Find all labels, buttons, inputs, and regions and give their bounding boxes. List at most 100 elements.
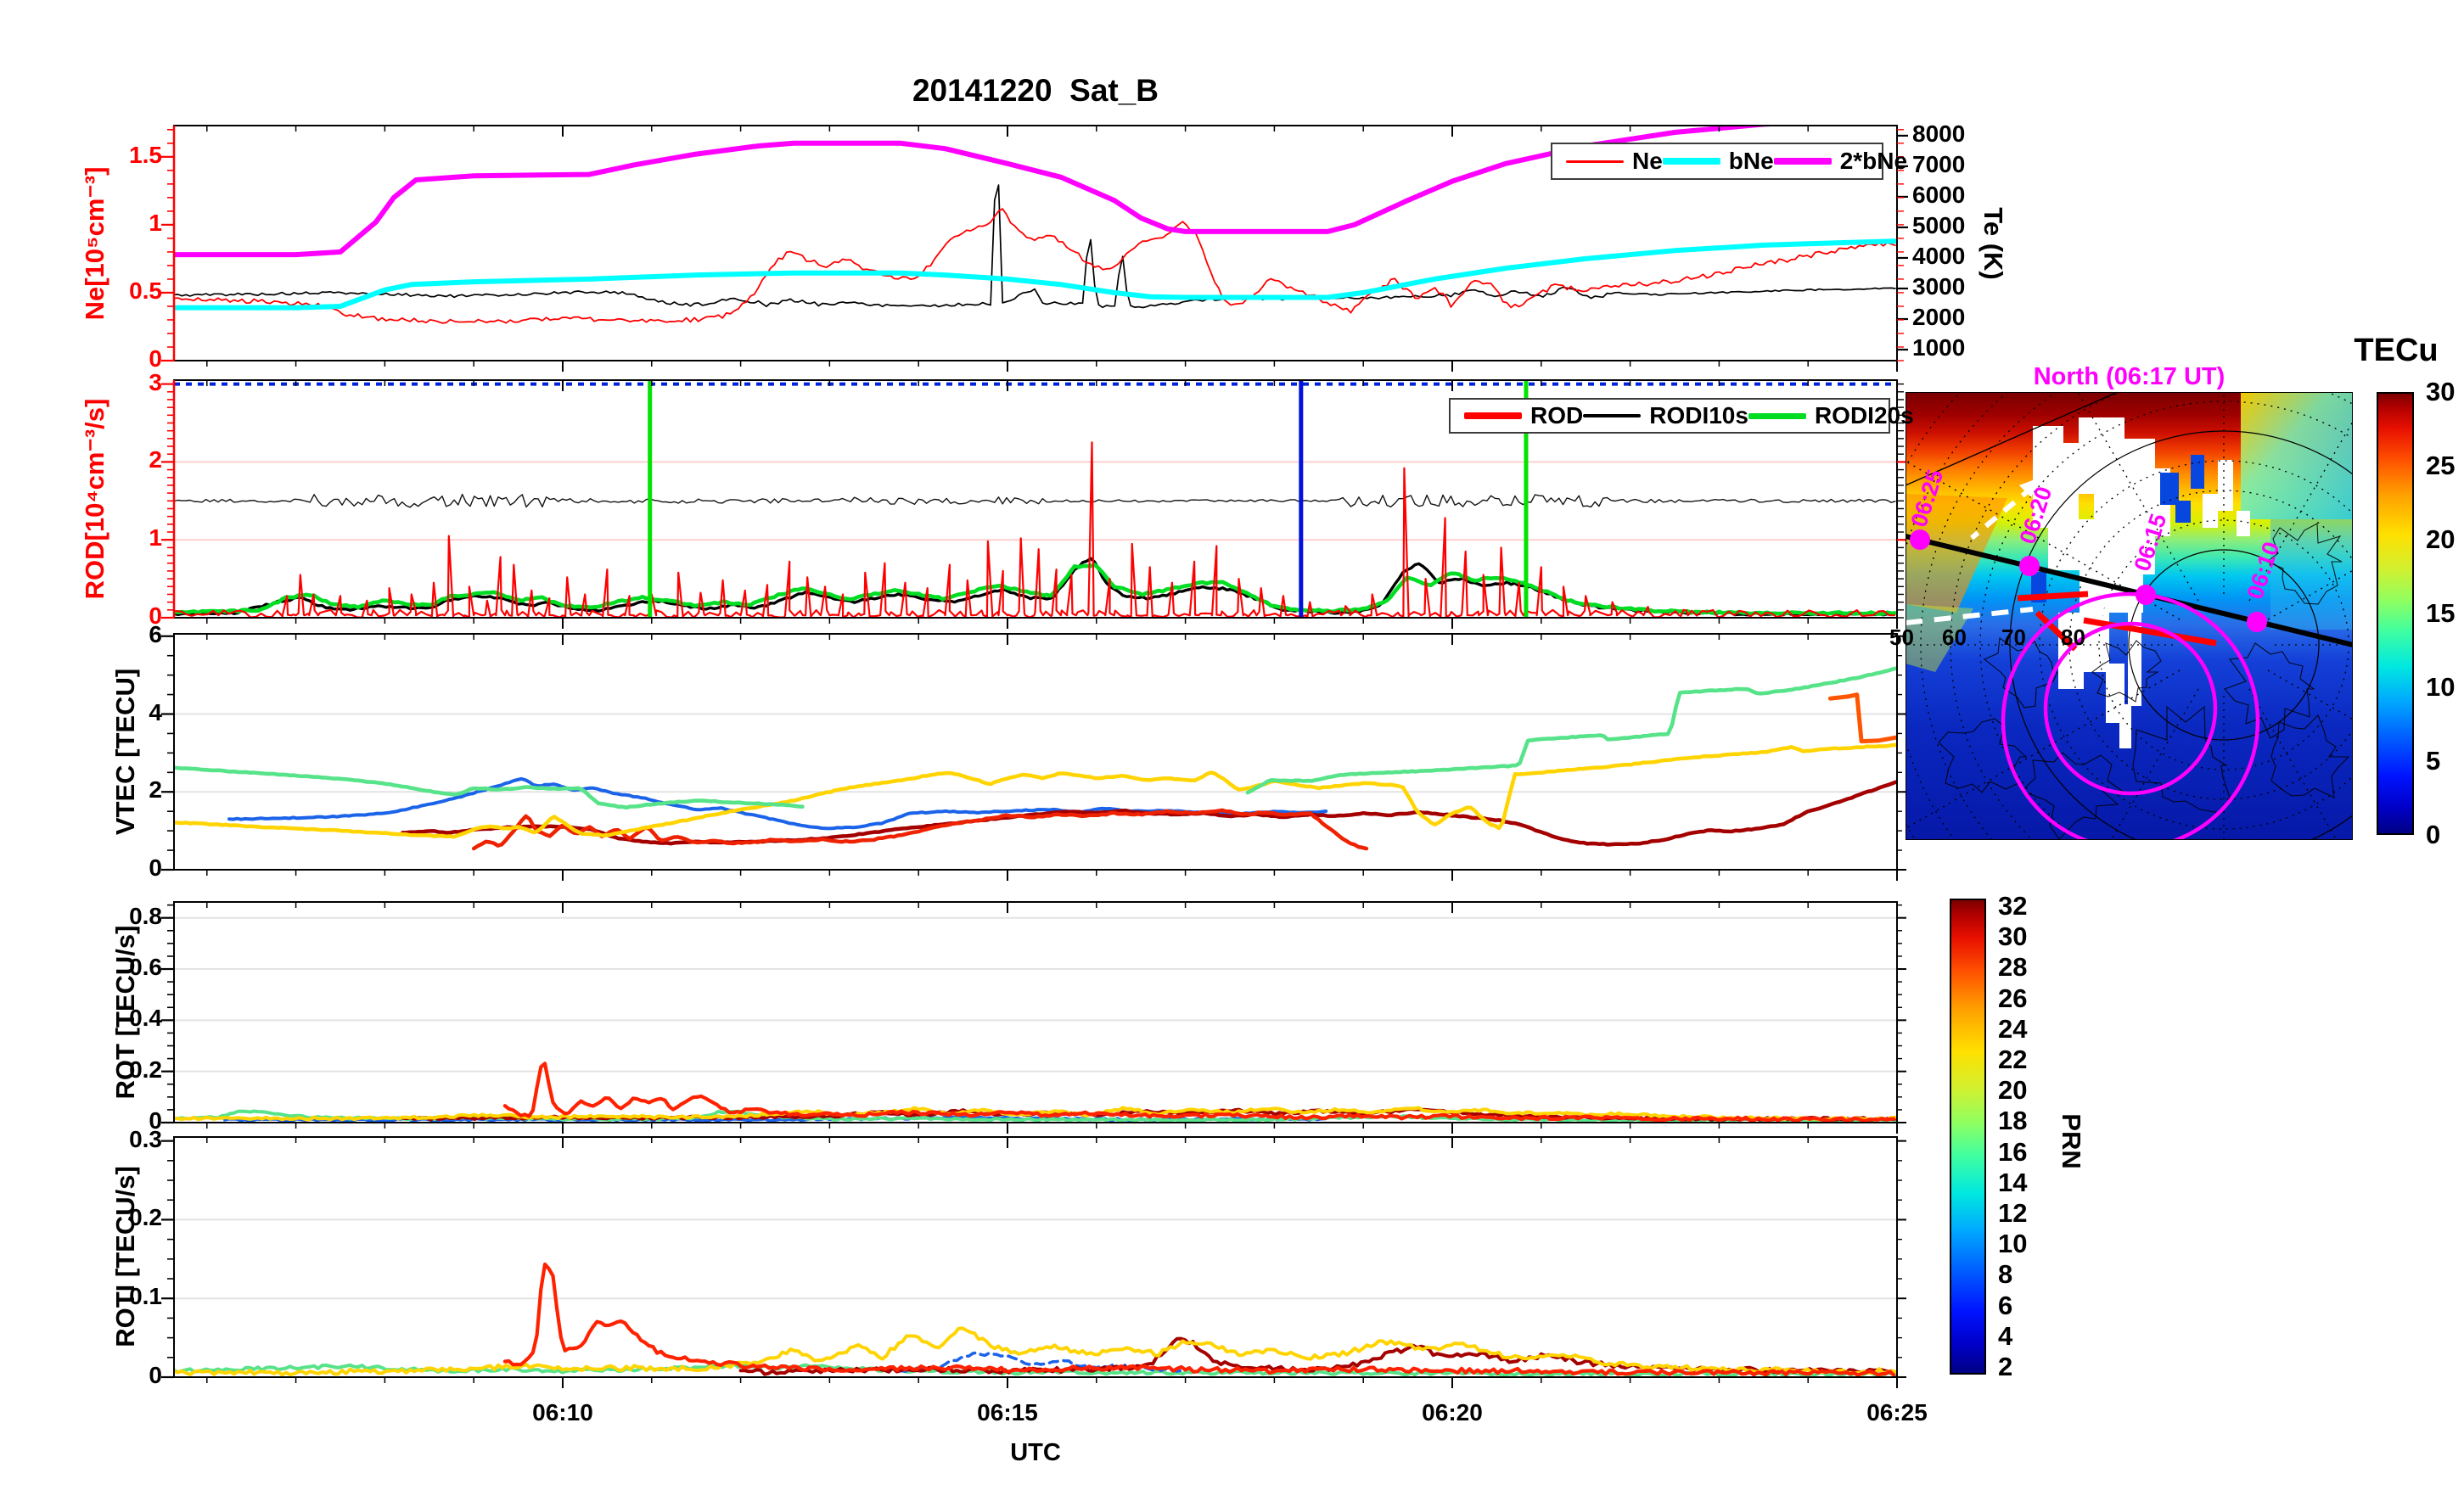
legend-label: Ne (1632, 148, 1663, 174)
prn-colorbar (1950, 899, 1986, 1375)
tecu-tick-label: 10 (2426, 672, 2456, 702)
prn-tick-label: 22 (1998, 1045, 2028, 1075)
prn-tick-label: 4 (1998, 1320, 2013, 1351)
x-tick-label: 06:15 (977, 1399, 1038, 1426)
y-tick-label: 0.6 (129, 954, 162, 981)
tecu-colorbar-title: TECu (2354, 333, 2439, 368)
prn-tick-label: 6 (1998, 1290, 2013, 1320)
x-tick-label: 06:25 (1866, 1399, 1928, 1426)
te-tick-label: 5000 (1912, 211, 1966, 238)
prn-tick-label: 28 (1998, 952, 2028, 983)
prn-tick-label: 26 (1998, 983, 2028, 1013)
y-tick-label: 1 (149, 524, 162, 552)
prn-colorbar-label: PRN (2057, 1113, 2086, 1169)
figure-root: 20141220 Sat_B Ne[10⁵cm⁻³] Te (K) ROD[10… (0, 0, 2464, 1490)
x-ticks (206, 902, 1898, 1134)
x-tick-label: 06:10 (532, 1399, 593, 1426)
prn-tick-label: 32 (1998, 891, 2028, 921)
prn-tick-label: 20 (1998, 1075, 2028, 1106)
tecu-tick-label: 0 (2426, 820, 2441, 849)
prn-tick-label: 8 (1998, 1259, 2013, 1290)
te-tick-label: 4000 (1912, 242, 1966, 269)
ylabel-te: Te (K) (1978, 207, 2008, 280)
x-ticks (206, 1137, 1898, 1388)
prn-tick-label: 10 (1998, 1229, 2028, 1259)
legend-item: RODI10s (1583, 402, 1748, 429)
legend-item: bNe (1662, 148, 1774, 175)
xaxis-label: UTC (1010, 1439, 1061, 1466)
map-title: North (06:17 UT) (2033, 363, 2225, 390)
legend-line-sample (1464, 412, 1522, 419)
legend-line-sample (1662, 158, 1720, 165)
te-tick-label: 7000 (1912, 150, 1966, 177)
legend-line-sample (1583, 414, 1642, 417)
plot-svg (161, 633, 1906, 881)
prn-tick-label: 30 (1998, 921, 2028, 952)
y-tick-label: 0.1 (129, 1283, 162, 1310)
map-lat-label: 80 (2061, 625, 2085, 650)
map-lat-label: 60 (1942, 625, 1967, 650)
tecu-tick-label: 15 (2426, 598, 2456, 628)
y-tick-label: 1.5 (129, 141, 162, 168)
y-tick-label: 6 (149, 620, 162, 647)
legend-line-sample (1773, 158, 1832, 165)
ylabel-roti: ROTI [TECU/s] (110, 1166, 140, 1347)
y-tick-label: 0.8 (129, 902, 162, 929)
legend-label: RODI10s (1649, 402, 1748, 429)
tecu-colorbar (2377, 392, 2414, 835)
legend-line-sample (1748, 412, 1806, 419)
te-tick-label: 8000 (1912, 120, 1966, 147)
y-ticks (161, 1140, 1906, 1379)
prn-tick-label: 18 (1998, 1106, 2028, 1136)
y-tick-label: 0.4 (129, 1005, 162, 1032)
panel-rod: 0 1 2 3 ROD RODI10s RODI20s (149, 369, 1914, 629)
prn-tick-label: 2 (1998, 1351, 2013, 1381)
figure-title: 20141220 Sat_B (912, 73, 1159, 108)
legend: ROD RODI10s RODI20s (1449, 398, 1914, 434)
panel-ne-te: 0 0.5 1 1.5 1000 2000 3000 4000 5000 6000 7000 8000… (129, 120, 1965, 372)
y-tick-label: 4 (149, 698, 162, 725)
map-svg: 06:25 06:20 06:15 06:10 (1825, 246, 2464, 1044)
plot-svg (161, 901, 1906, 1134)
y-tick-label: 0.5 (129, 277, 162, 304)
ylabel-rod: ROD[10⁴cm⁻³/s] (80, 398, 109, 600)
te-tick-label: 1000 (1912, 334, 1966, 361)
te-tick-label: 2000 (1912, 304, 1966, 330)
y-tick-label: 0 (149, 854, 162, 881)
panel-rot: 0 0.2 0.4 0.6 0.8 (129, 901, 1906, 1134)
map-lat-label: 50 (1889, 625, 1914, 650)
legend-line-sample (1566, 160, 1624, 163)
prn-tick-label: 12 (1998, 1197, 2028, 1228)
y-tick-label: 0.3 (129, 1125, 162, 1152)
legend-item: 2*bNe (1773, 148, 1908, 175)
y-tick-label: 0.2 (129, 1056, 162, 1083)
x-tick-label: 06:20 (1422, 1399, 1483, 1426)
legend-item: ROD (1464, 402, 1583, 429)
y-tick-label: 1 (149, 209, 162, 236)
panel-vtec: 0 2 4 6 (149, 621, 1906, 881)
y-tick-label: 2 (149, 446, 162, 473)
legend-label: ROD (1530, 402, 1584, 429)
y-tick-label: 2 (149, 776, 162, 804)
legend-label: 2*bNe (1839, 148, 1908, 174)
y-tick-label: 0 (149, 1362, 162, 1388)
tecu-tick-label: 25 (2426, 451, 2456, 480)
tecu-tick-label: 20 (2426, 524, 2456, 554)
ylabel-vtec: VTEC [TECU] (110, 668, 140, 836)
legend-item: Ne (1566, 148, 1663, 175)
te-tick-label: 6000 (1912, 181, 1966, 208)
polar-tec-map: 06:25 06:20 06:15 06:10 (1825, 246, 2464, 1044)
prn-tick-label: 24 (1998, 1013, 2028, 1044)
te-tick-label: 3000 (1912, 272, 1966, 300)
legend: Ne bNe 2*bNe (1551, 143, 1907, 180)
panel-roti: 0 0.1 0.2 0.3 (129, 1126, 1906, 1388)
legend-item: RODI20s (1748, 402, 1914, 429)
prn-tick-label: 16 (1998, 1136, 2028, 1167)
prn-tick-label: 14 (1998, 1167, 2028, 1197)
y-tick-label: 0 (149, 345, 162, 372)
tecu-tick-label: 5 (2426, 746, 2441, 776)
y-tick-label: 3 (149, 368, 162, 395)
tecu-tick-label: 30 (2426, 377, 2456, 406)
y-ticks (161, 904, 1906, 1124)
legend-label: bNe (1728, 148, 1774, 174)
